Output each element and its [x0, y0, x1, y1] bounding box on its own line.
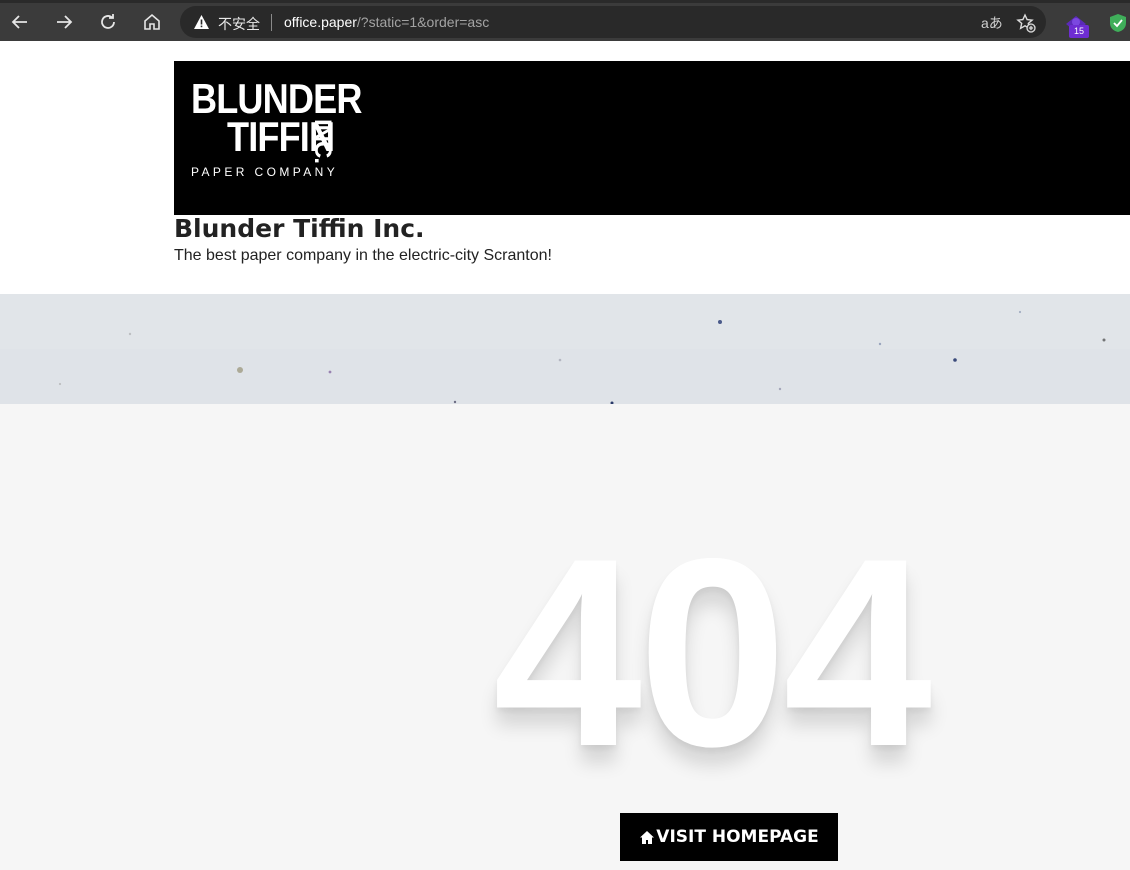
- shield-icon[interactable]: [1109, 13, 1127, 33]
- logo-subtitle: PAPER COMPANY: [191, 165, 339, 179]
- home-nav-button[interactable]: [137, 7, 167, 37]
- site-tagline: The best paper company in the electric-c…: [174, 247, 552, 264]
- arrow-right-icon: [57, 15, 73, 29]
- warning-icon: [194, 15, 209, 29]
- extension-badge: 15: [1069, 25, 1089, 38]
- address-divider: [271, 14, 272, 31]
- browser-toolbar: 不安全 office.paper/?static=1&order=asc aあ …: [0, 0, 1130, 41]
- refresh-icon: [101, 14, 115, 29]
- security-status-label[interactable]: 不安全: [218, 14, 260, 34]
- back-button[interactable]: [5, 7, 35, 37]
- forward-button[interactable]: [49, 7, 79, 37]
- visit-homepage-button[interactable]: VISIT HOMEPAGE: [620, 813, 838, 861]
- house-icon: [144, 13, 160, 30]
- arrow-left-icon: [11, 15, 27, 29]
- refresh-button[interactable]: [93, 7, 123, 37]
- address-bar[interactable]: 不安全 office.paper/?static=1&order=asc aあ: [180, 6, 1046, 38]
- add-favorite-icon[interactable]: [1016, 13, 1036, 33]
- logo-banner[interactable]: BLUNDER TIFFIN INC. PAPER COMPANY: [174, 61, 1130, 215]
- paper-speckles: [0, 294, 1130, 404]
- read-aloud-button[interactable]: aあ: [981, 13, 1003, 33]
- logo-text-inc: INC.: [309, 119, 336, 163]
- site-title[interactable]: Blunder Tiffin Inc.: [174, 214, 425, 243]
- url-path: /?static=1&order=asc: [356, 14, 490, 30]
- visit-homepage-label: VISIT HOMEPAGE: [656, 827, 819, 847]
- error-code: 404: [493, 502, 932, 802]
- url-host: office.paper: [284, 14, 357, 30]
- paper-texture-banner: [0, 294, 1130, 404]
- url-text[interactable]: office.paper/?static=1&order=asc: [284, 14, 489, 30]
- house-icon: [640, 830, 655, 844]
